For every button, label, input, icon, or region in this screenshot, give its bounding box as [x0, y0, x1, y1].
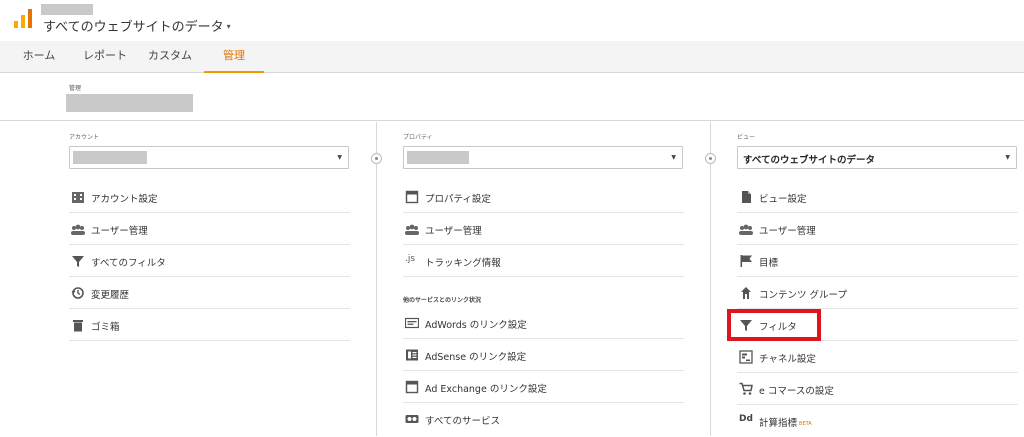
account-name-redacted [66, 94, 193, 112]
property-user-management-item[interactable]: ユーザー管理 [403, 214, 684, 245]
column-divider [376, 122, 377, 436]
calculated-metrics-item[interactable]: Dd 計算指標 BETA [737, 406, 1018, 437]
tab-home[interactable]: ホーム [10, 41, 68, 73]
item-label: ユーザー管理 [91, 226, 148, 237]
beta-badge: BETA [799, 421, 812, 427]
channel-settings-item[interactable]: チャネル設定 [737, 342, 1018, 373]
account-change-history-item[interactable]: 変更履歴 [69, 278, 350, 309]
item-label: Ad Exchange のリンク設定 [425, 384, 547, 395]
item-label: 目標 [759, 258, 779, 269]
admin-header: 管理 [0, 74, 1024, 121]
admin-heading: 管理 [69, 85, 82, 92]
adwords-link-item[interactable]: AdWords のリンク設定 [403, 308, 684, 339]
linked-services-heading: 他のサービスとのリンク状況 [403, 297, 481, 304]
item-label: ユーザー管理 [759, 226, 816, 237]
item-label: アカウント設定 [91, 194, 158, 205]
tab-custom[interactable]: カスタム [140, 41, 200, 73]
item-label: 計算指標 BETA [759, 415, 812, 429]
adwords-icon [405, 317, 419, 329]
item-label: コンテンツ グループ [759, 290, 847, 301]
view-selector-label: すべてのウェブサイトのデータ [43, 20, 224, 35]
caret-down-icon: ▾ [226, 22, 231, 31]
highlight-box [727, 309, 821, 341]
account-column: アカウント ▼ アカウント設定 ユーザー管理 すべてのフィルタ 変更履歴 ゴミ箱 [69, 122, 350, 436]
item-label: ゴミ箱 [91, 322, 120, 333]
item-label: ユーザー管理 [425, 226, 482, 237]
adsense-link-item[interactable]: AdSense のリンク設定 [403, 340, 684, 371]
link-icon [405, 415, 419, 423]
item-label: AdWords のリンク設定 [425, 320, 527, 331]
property-icon [405, 190, 419, 204]
view-selector[interactable]: すべてのウェブサイトのデータ ▾ [43, 16, 231, 35]
account-all-filters-item[interactable]: すべてのフィルタ [69, 246, 350, 277]
users-icon [739, 224, 753, 235]
account-column-title: アカウント [69, 134, 100, 141]
view-dropdown-value: すべてのウェブサイトのデータ [743, 155, 875, 166]
main-tabs: ホーム レポート カスタム 管理 [0, 41, 1024, 73]
property-column: プロパティ ▼ プロパティ設定 ユーザー管理 .js トラッキング情報 他のサー… [403, 122, 684, 436]
adsense-icon [406, 349, 418, 361]
filter-icon [72, 256, 84, 267]
property-settings-item[interactable]: プロパティ設定 [403, 182, 684, 213]
calculated-metrics-label: 計算指標 [759, 418, 798, 429]
account-name-redacted [41, 4, 93, 15]
ecommerce-settings-item[interactable]: e コマースの設定 [737, 374, 1018, 405]
account-user-management-item[interactable]: ユーザー管理 [69, 214, 350, 245]
content-grouping-item[interactable]: コンテンツ グループ [737, 278, 1018, 309]
all-services-item[interactable]: すべてのサービス [403, 404, 684, 435]
content-group-icon [741, 287, 751, 299]
view-column: ビュー すべてのウェブサイトのデータ ▼ ビュー設定 ユーザー管理 目標 コンテ… [737, 122, 1018, 436]
item-label: プロパティ設定 [425, 194, 491, 205]
item-label: チャネル設定 [759, 354, 816, 365]
document-icon [742, 191, 751, 203]
property-column-title: プロパティ [403, 134, 433, 141]
account-dropdown[interactable]: ▼ [69, 146, 349, 169]
tracking-info-item[interactable]: .js トラッキング情報 [403, 246, 684, 277]
item-label: トラッキング情報 [425, 258, 501, 269]
cart-icon [739, 382, 753, 395]
view-dropdown[interactable]: すべてのウェブサイトのデータ ▼ [737, 146, 1017, 169]
history-icon [71, 287, 84, 299]
dropdown-arrow-icon: ▼ [1005, 154, 1010, 161]
item-label: すべてのサービス [425, 416, 500, 427]
tab-reports[interactable]: レポート [76, 41, 134, 73]
item-label: 変更履歴 [91, 290, 130, 301]
property-name-redacted [407, 151, 469, 164]
tab-admin[interactable]: 管理 [204, 41, 264, 73]
property-dropdown[interactable]: ▼ [403, 146, 683, 169]
view-column-title: ビュー [737, 134, 756, 141]
analytics-logo-icon[interactable] [13, 9, 33, 29]
adexchange-icon [405, 380, 419, 394]
dropdown-arrow-icon: ▼ [671, 154, 676, 161]
dropdown-arrow-icon: ▼ [337, 154, 342, 161]
column-connector-icon [371, 153, 382, 164]
account-trash-item[interactable]: ゴミ箱 [69, 310, 350, 341]
users-icon [405, 224, 419, 235]
item-label: e コマースの設定 [759, 386, 834, 397]
app-header: すべてのウェブサイトのデータ ▾ [0, 0, 1024, 40]
dd-icon: Dd [739, 414, 753, 424]
item-label: すべてのフィルタ [91, 258, 166, 269]
goals-item[interactable]: 目標 [737, 246, 1018, 277]
account-settings-item[interactable]: アカウント設定 [69, 182, 350, 213]
item-label: AdSense のリンク設定 [425, 352, 527, 363]
account-name-redacted [73, 151, 147, 164]
column-connector-icon [705, 153, 716, 164]
trash-icon [73, 320, 83, 332]
building-icon [72, 192, 84, 203]
flag-icon [740, 255, 752, 267]
view-settings-item[interactable]: ビュー設定 [737, 182, 1018, 213]
view-user-management-item[interactable]: ユーザー管理 [737, 214, 1018, 245]
js-icon: .js [405, 254, 416, 264]
channel-icon [739, 350, 753, 364]
adexchange-link-item[interactable]: Ad Exchange のリンク設定 [403, 372, 684, 403]
users-icon [71, 224, 85, 235]
column-divider [710, 122, 711, 436]
item-label: ビュー設定 [759, 194, 807, 205]
